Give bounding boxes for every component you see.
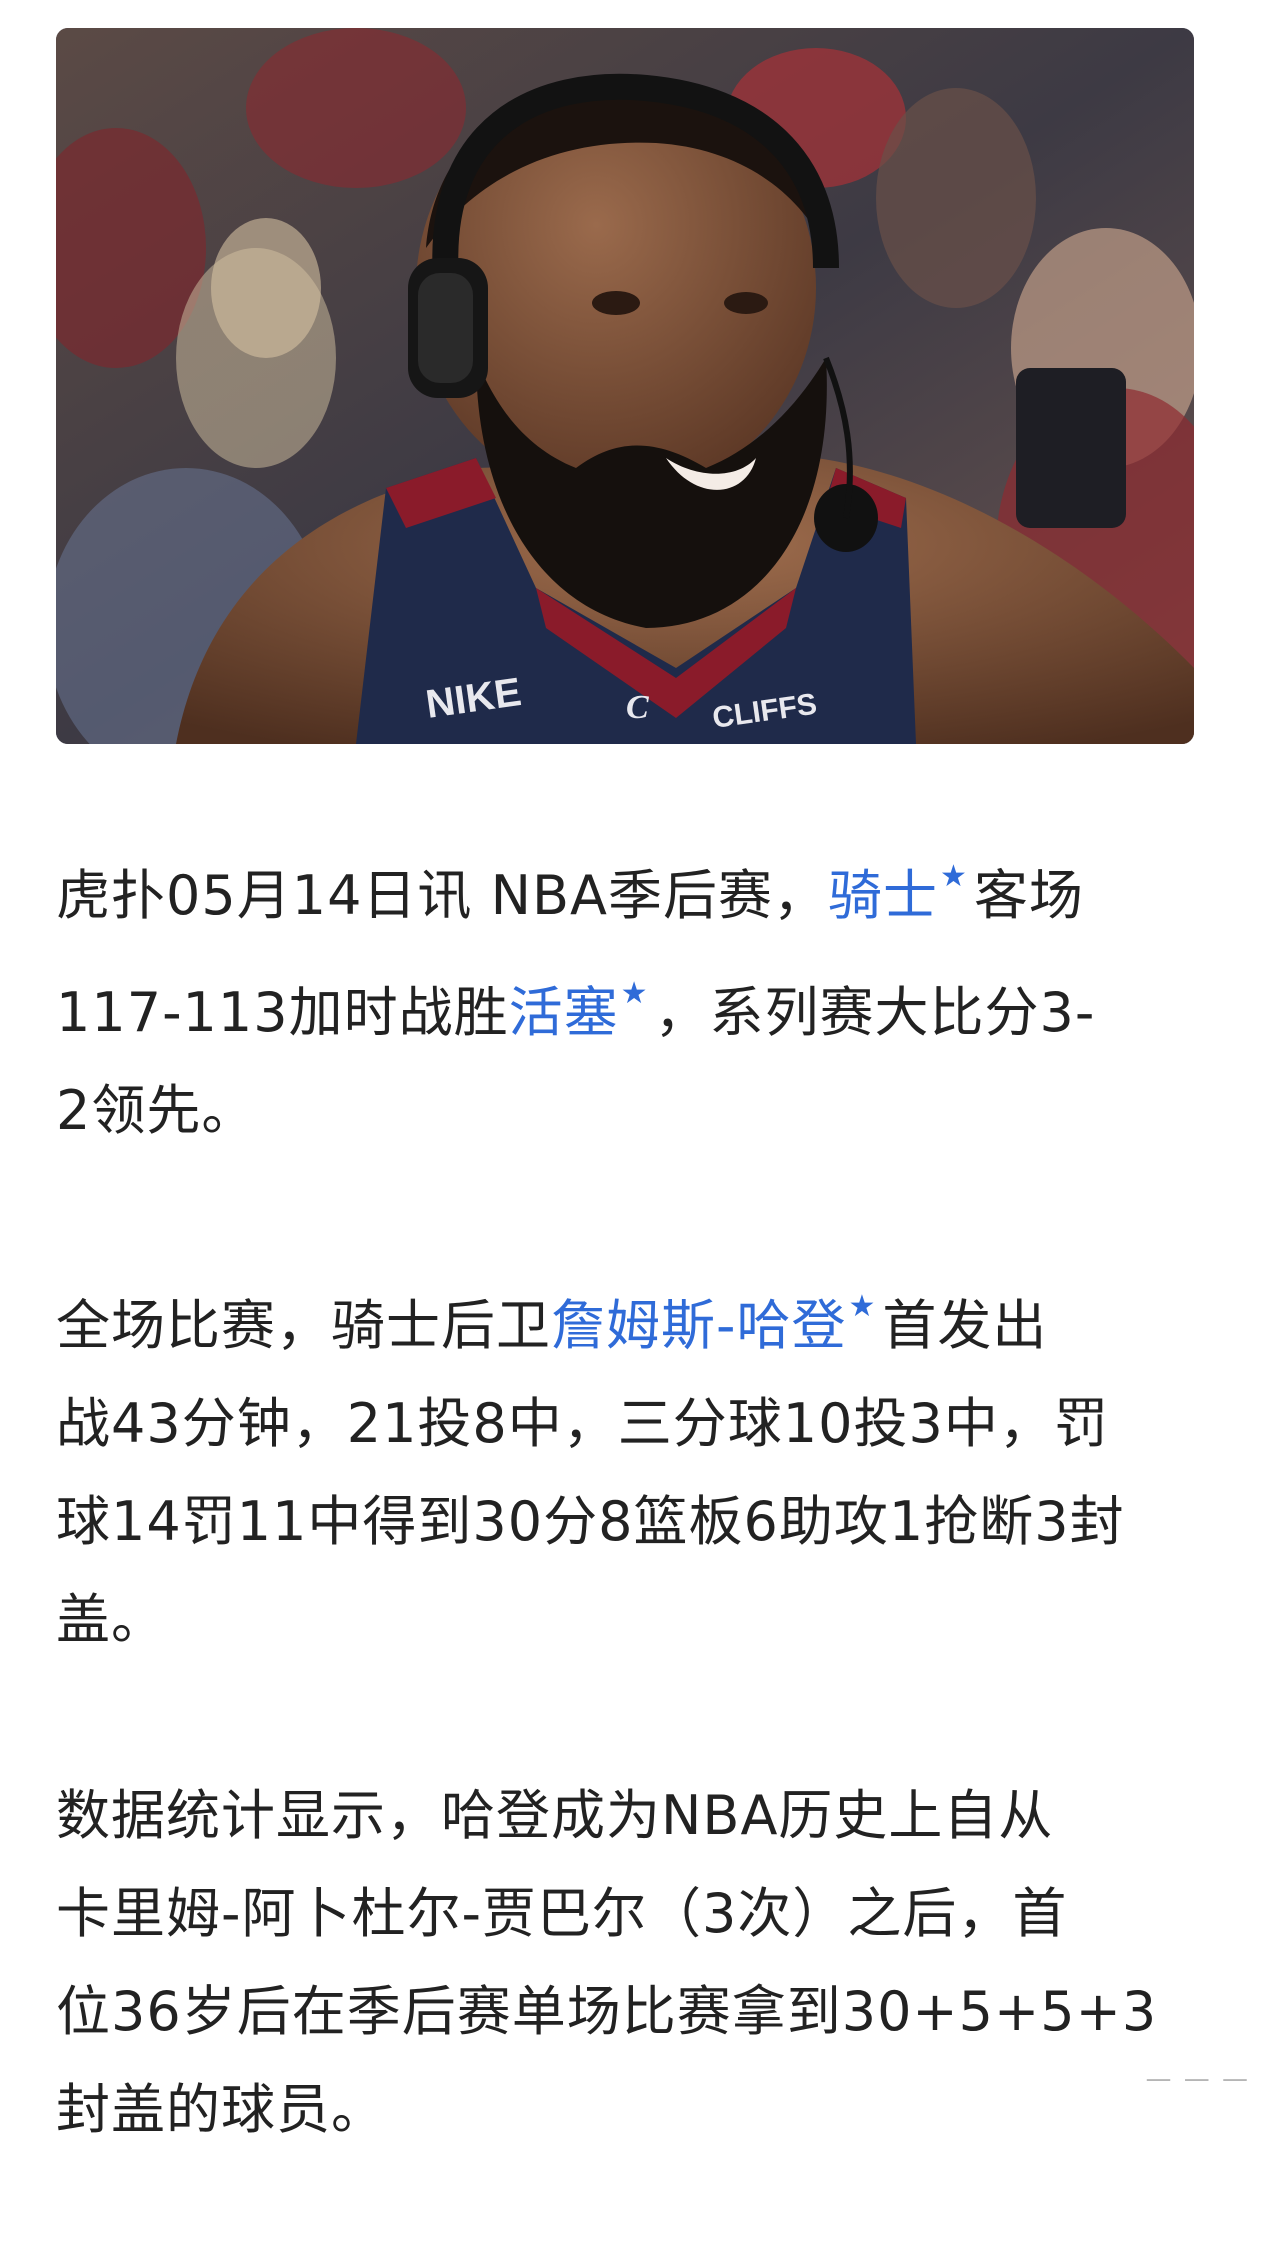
article-paragraph: 虎扑05月14日讯 NBA季后赛，骑士★ 客场 117-113加时战胜活塞★ ，系列赛…: [56, 828, 1196, 1160]
text-segment: 2领先。: [56, 1079, 257, 1142]
paragraph-line: 全场比赛，骑士后卫詹姆斯-哈登★ 首发出: [56, 1258, 1196, 1375]
player-photo-illustration: NIKE CLIFFS C: [56, 28, 1194, 744]
text-segment: 数据统计显示，哈登成为NBA历史上自从: [56, 1784, 1054, 1847]
star-icon: ★: [848, 1289, 877, 1324]
star-icon: ★: [939, 859, 968, 894]
text-segment: 球14罚11中得到30分8篮板6助攻1抢断3封: [56, 1490, 1125, 1553]
entity-link[interactable]: 活塞: [509, 981, 619, 1044]
article-photo[interactable]: NIKE CLIFFS C: [56, 28, 1194, 744]
paragraph-line: 2领先。: [56, 1062, 1196, 1160]
text-segment: 客场: [973, 864, 1084, 927]
text-segment: ，系列赛大比分3-: [654, 981, 1096, 1044]
text-segment: 盖。: [56, 1588, 166, 1651]
article-paragraph: 数据统计显示，哈登成为NBA历史上自从 卡里姆-阿卜杜尔-贾巴尔（3次）之后，首位…: [56, 1767, 1196, 2159]
text-segment: 首发出: [882, 1294, 1048, 1357]
text-segment: 117-113加时战胜: [56, 981, 509, 1044]
paragraph-line: 封盖的球员。: [56, 2061, 1196, 2159]
text-segment: 封盖的球员。: [56, 2078, 386, 2141]
paragraph-line: 战43分钟，21投8中，三分球10投3中，罚: [56, 1375, 1196, 1473]
paragraph-line: 117-113加时战胜活塞★ ，系列赛大比分3-: [56, 945, 1196, 1062]
text-segment: 虎扑05月14日讯 NBA季后赛，: [56, 864, 828, 927]
entity-link[interactable]: 詹姆斯-哈登: [551, 1294, 847, 1357]
text-segment: 战43分钟，21投8中，三分球10投3中，罚: [56, 1392, 1109, 1455]
article-paragraph: 全场比赛，骑士后卫詹姆斯-哈登★ 首发出战43分钟，21投8中，三分球10投3中，…: [56, 1258, 1196, 1669]
star-icon: ★: [620, 976, 649, 1011]
article-body: 虎扑05月14日讯 NBA季后赛，骑士★ 客场 117-113加时战胜活塞★ ，系列赛…: [56, 828, 1196, 2257]
paragraph-line: 卡里姆-阿卜杜尔-贾巴尔（3次）之后，首: [56, 1865, 1196, 1963]
text-segment: 全场比赛，骑士后卫: [56, 1294, 551, 1357]
paragraph-line: 位36岁后在季后赛单场比赛拿到30+5+5+3: [56, 1963, 1196, 2061]
paragraph-line: 数据统计显示，哈登成为NBA历史上自从: [56, 1767, 1196, 1865]
text-segment: 卡里姆-阿卜杜尔-贾巴尔（3次）之后，首: [56, 1882, 1068, 1945]
paragraph-line: 盖。: [56, 1571, 1196, 1669]
watermark: — — —: [1145, 2064, 1250, 2094]
jersey-logo-text: C: [626, 689, 649, 726]
paragraph-line: 球14罚11中得到30分8篮板6助攻1抢断3封: [56, 1473, 1196, 1571]
entity-link[interactable]: 骑士: [828, 864, 938, 927]
text-segment: 位36岁后在季后赛单场比赛拿到30+5+5+3: [56, 1980, 1158, 2043]
paragraph-line: 虎扑05月14日讯 NBA季后赛，骑士★ 客场: [56, 828, 1196, 945]
